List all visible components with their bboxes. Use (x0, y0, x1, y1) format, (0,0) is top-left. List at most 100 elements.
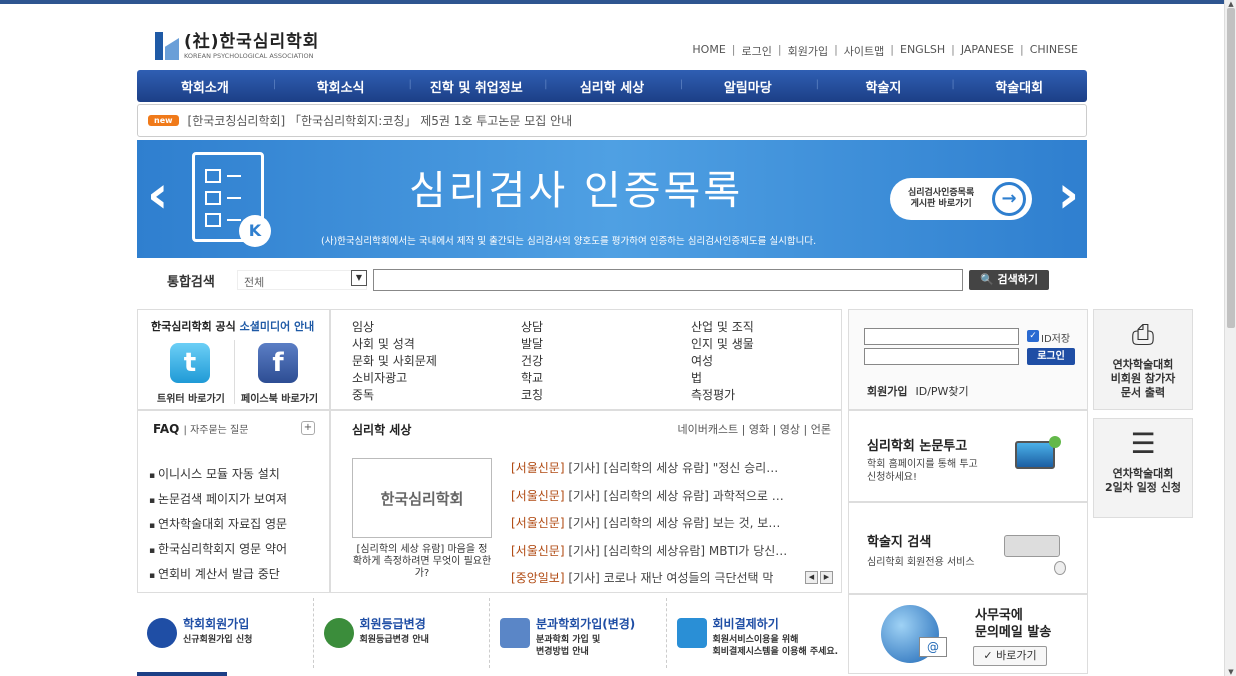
password-input[interactable] (864, 348, 1019, 365)
schedule-button[interactable]: ☰ 연차학술대회 2일차 일정 신청 (1093, 418, 1193, 518)
nav-journal[interactable]: 학술지 (816, 77, 952, 96)
article-item[interactable]: [서울신문] [기사] [심리학의 세상 유람] 과학적으로 … (511, 483, 817, 511)
scroll-up-icon[interactable]: ▲ (1227, 0, 1235, 8)
thumbnail-caption[interactable]: [심리학의 세상 유람] 마음을 정확하게 측정하려면 무엇이 필요한가? (352, 544, 492, 580)
banner-title: 심리검사 인증목록 (409, 168, 744, 214)
category-link[interactable]: 여성 (691, 353, 754, 370)
top-menu-join[interactable]: 회원가입 (788, 43, 828, 59)
top-menu-login[interactable]: 로그인 (742, 43, 772, 59)
nav-conference[interactable]: 학술대회 (951, 77, 1087, 96)
save-id-checkbox[interactable]: ✓ (1027, 330, 1039, 342)
search-input[interactable] (373, 269, 963, 291)
print-docs-button[interactable]: ⎙ 연차학술대회 비회원 참가자 문서 출력 (1093, 309, 1193, 410)
banner-prev-arrow-icon[interactable]: ‹ (147, 165, 168, 225)
top-menu-japanese[interactable]: JAPANESE (961, 43, 1014, 59)
main-banner[interactable]: ‹ K 심리검사 인증목록 (사)한국심리학회에서는 국내에서 제작 및 출간되… (137, 140, 1087, 258)
login-box: ✓ ID저장 로그인 회원가입 ID/PW찾기 (848, 309, 1088, 410)
category-link[interactable]: 코칭 (521, 387, 543, 404)
login-button[interactable]: 로그인 (1027, 348, 1075, 365)
next-arrow-icon[interactable]: ▶ (820, 571, 833, 584)
category-link[interactable]: 사회 및 성격 (352, 336, 437, 353)
category-link[interactable]: 소비자광고 (352, 370, 437, 387)
scroll-down-icon[interactable]: ▼ (1227, 668, 1235, 676)
top-menu-chinese[interactable]: CHINESE (1030, 43, 1078, 59)
puzzle-icon (500, 618, 530, 648)
faq-item[interactable]: 이니시스 모듈 자동 설치 (149, 463, 287, 488)
top-accent-line (0, 0, 1224, 4)
top-menu-home[interactable]: HOME (692, 43, 725, 59)
nav-notice[interactable]: 알림마당 (680, 77, 816, 96)
nav-psych-world[interactable]: 심리학 세상 (544, 77, 680, 96)
logo-icon (155, 32, 179, 60)
faq-item[interactable]: 논문검색 페이지가 보여져 (149, 488, 287, 513)
category-link[interactable]: 건강 (521, 353, 543, 370)
vertical-scrollbar[interactable]: ▲ ▼ (1224, 0, 1236, 676)
lock-icon (147, 618, 177, 648)
document-icon: ☰ (1130, 427, 1156, 460)
psych-world-tabs[interactable]: 네이버캐스트 | 영화 | 영상 | 언론 (677, 421, 831, 437)
banner-button-line2: 게시판 바로가기 (910, 199, 972, 209)
quick-link-title: 회비결제하기 (712, 617, 779, 631)
category-link[interactable]: 문화 및 사회문제 (352, 353, 437, 370)
psych-world-box: 심리학 세상 네이버캐스트 | 영화 | 영상 | 언론 한국심리학회 [심리학… (330, 410, 842, 593)
prev-arrow-icon[interactable]: ◀ (805, 571, 818, 584)
printer-icon: ⎙ (1131, 318, 1155, 351)
quick-link-grade[interactable]: 회원등급변경 회원등급변경 안내 (312, 598, 490, 668)
quick-link-division[interactable]: 분과학회가입(변경) 분과학회 가입 및 변경방법 안내 (489, 598, 666, 668)
new-badge: new (148, 115, 179, 126)
category-link[interactable]: 발달 (521, 336, 543, 353)
facebook-icon[interactable]: f (258, 343, 298, 383)
quick-link-payment[interactable]: 회비결제하기 회원서비스이용을 위해 회비결제시스템을 이용해 주세요. (665, 598, 843, 668)
nav-about[interactable]: 학회소개 (137, 77, 273, 96)
faq-item[interactable]: 연차학술대회 자료집 영문 (149, 513, 287, 538)
category-link[interactable]: 산업 및 조직 (691, 319, 754, 336)
faq-title: FAQ (153, 422, 180, 436)
top-menu-sitemap[interactable]: 사이트맵 (844, 43, 884, 59)
main-navigation: 학회소개 학회소식 진학 및 취업정보 심리학 세상 알림마당 학술지 학술대회 (137, 70, 1087, 102)
category-link[interactable]: 법 (691, 370, 754, 387)
id-input[interactable] (864, 328, 1019, 345)
notice-text[interactable]: [한국코칭심리학회] 「한국심리학회지:코칭」 제5권 1호 투고논문 모집 안… (188, 112, 573, 129)
psych-world-thumbnail[interactable]: 한국심리학회 (352, 458, 492, 538)
checklist-icon: K (192, 152, 271, 247)
article-item[interactable]: [서울신문] [기사] [심리학의 세상 유람] 보는 것, 보… (511, 510, 817, 538)
social-title-prefix: 한국심리학회 공식 (151, 320, 240, 333)
site-logo[interactable]: (社)한국심리학회 KOREAN PSYCHOLOGICAL ASSOCIATI… (155, 32, 319, 61)
faq-more-plus-icon[interactable]: + (301, 421, 315, 435)
category-link[interactable]: 학교 (521, 370, 543, 387)
join-link[interactable]: 회원가입 (867, 385, 907, 398)
quick-link-join[interactable]: 학회회원가입 신규회원가입 신청 (137, 598, 313, 668)
find-account-link[interactable]: ID/PW찾기 (915, 385, 968, 398)
twitter-icon[interactable]: t (170, 343, 210, 383)
card-icon (676, 618, 707, 648)
faq-item[interactable]: 연회비 계산서 발급 중단 (149, 563, 287, 588)
article-item[interactable]: [서울신문] [기사] [심리학의 세상 유람] "정신 승리… (511, 455, 817, 483)
faq-item[interactable]: 한국심리학회지 영문 약어 (149, 538, 287, 563)
banner-next-arrow-icon[interactable]: › (1058, 165, 1079, 225)
notice-ticker[interactable]: new [한국코칭심리학회] 「한국심리학회지:코칭」 제5권 1호 투고논문 … (137, 104, 1087, 137)
search-button[interactable]: 🔍 검색하기 (969, 270, 1049, 290)
mail-go-button[interactable]: ✓ 바로가기 (973, 646, 1047, 666)
facebook-link[interactable]: 페이스북 바로가기 (241, 390, 318, 405)
nav-news[interactable]: 학회소식 (273, 77, 409, 96)
category-link[interactable]: 중독 (352, 387, 437, 404)
mail-title: 사무국에 문의메일 발송 (975, 608, 1052, 640)
scrollbar-thumb[interactable] (1227, 8, 1235, 328)
article-item[interactable]: [중앙일보] [기사] 코로나 재난 여성들의 극단선택 막 (511, 565, 817, 593)
journal-search-box[interactable]: 학술지 검색 심리학회 회원전용 서비스 (848, 502, 1088, 594)
faq-box: FAQ | 자주묻는 질문 + 이니시스 모듈 자동 설치 논문검색 페이지가 … (137, 410, 330, 593)
article-item[interactable]: [서울신문] [기사] [심리학의 세상유람] MBTI가 당신… (511, 538, 817, 566)
category-link[interactable]: 인지 및 생물 (691, 336, 754, 353)
search-category-select[interactable]: 전체 (237, 270, 367, 290)
top-menu-english[interactable]: ENGLSH (900, 43, 945, 59)
category-link[interactable]: 임상 (352, 319, 437, 336)
nav-career[interactable]: 진학 및 취업정보 (408, 77, 544, 96)
paper-submission-box[interactable]: 심리학회 논문투고 학회 홈페이지를 통해 투고 신청하세요! (848, 410, 1088, 502)
category-link[interactable]: 측정평가 (691, 387, 754, 404)
category-link[interactable]: 상담 (521, 319, 543, 336)
banner-board-button[interactable]: 심리검사인증목록 게시판 바로가기 → (890, 178, 1032, 220)
twitter-link[interactable]: 트위터 바로가기 (157, 390, 225, 405)
dropdown-arrow-icon[interactable]: ▼ (351, 270, 367, 286)
search-icon: 🔍 (979, 273, 998, 286)
search-label: 통합검색 (167, 274, 215, 290)
